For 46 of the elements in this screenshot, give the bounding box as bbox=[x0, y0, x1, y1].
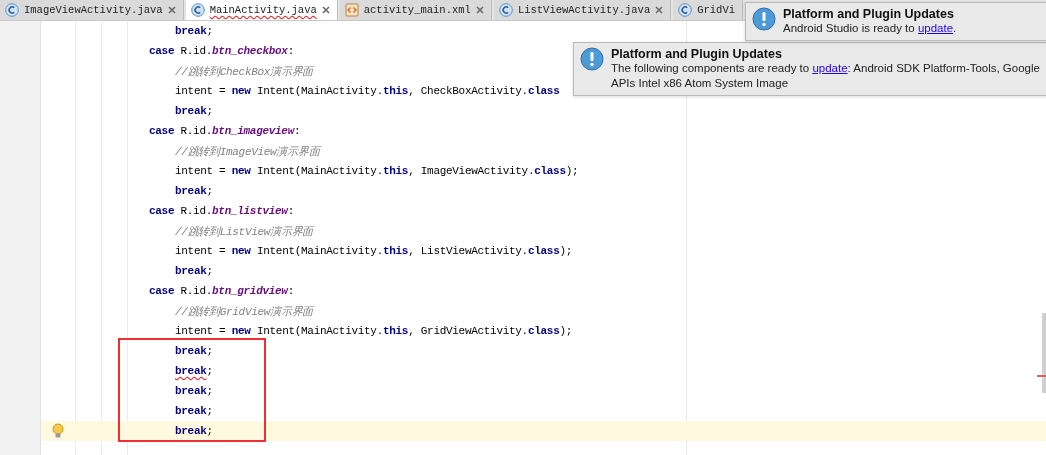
code-line: break; bbox=[174, 425, 213, 437]
editor-tab[interactable]: ImageViewActivity.java bbox=[0, 0, 184, 20]
class-icon bbox=[678, 3, 693, 17]
code-line: //跳转到ListView演示界面 bbox=[174, 224, 313, 239]
code-line: break; bbox=[174, 385, 213, 397]
code-line: intent = new Intent(MainActivity.this, CheckBoxActivity.class bbox=[174, 85, 560, 97]
error-marker[interactable] bbox=[1037, 375, 1046, 377]
notification-title: Platform and Plugin Updates bbox=[783, 7, 955, 21]
code-line: intent = new Intent(MainActivity.this, ListViewActivity.class); bbox=[174, 245, 573, 257]
code-line: case R.id.btn_imageview: bbox=[148, 125, 301, 137]
notification-title: Platform and Plugin Updates bbox=[611, 47, 783, 61]
code-line: break; bbox=[174, 185, 213, 197]
code-line: break; bbox=[174, 365, 213, 377]
code-line: break; bbox=[174, 405, 213, 417]
code-line: break; bbox=[174, 25, 213, 37]
editor-tab[interactable]: ListViewActivity.java bbox=[493, 0, 672, 20]
update-link[interactable]: update bbox=[812, 62, 848, 74]
class-icon bbox=[190, 3, 205, 17]
xml-file-icon bbox=[344, 3, 359, 17]
editor-tab[interactable]: GridVi bbox=[673, 0, 743, 20]
notification-message: Android Studio is ready to update. bbox=[783, 21, 957, 36]
code-line: intent = new Intent(MainActivity.this, ImageViewActivity.class); bbox=[174, 165, 579, 177]
lightbulb-icon[interactable] bbox=[52, 423, 64, 439]
editor-tab[interactable]: MainActivity.java bbox=[185, 0, 338, 20]
code-line: break; bbox=[174, 265, 213, 277]
close-icon[interactable] bbox=[475, 6, 484, 14]
close-icon[interactable] bbox=[167, 6, 176, 14]
info-icon bbox=[580, 47, 604, 71]
scrollbar-thumb[interactable] bbox=[1042, 313, 1046, 393]
close-icon[interactable] bbox=[655, 6, 664, 14]
code-line: break; bbox=[174, 345, 213, 357]
class-icon bbox=[498, 3, 513, 17]
close-icon[interactable] bbox=[321, 6, 330, 14]
notification-message: The following components are ready to update: Android SDK Platform-Tools, Google APIs Intel x86 Atom System Image bbox=[611, 61, 1041, 91]
code-line: //跳转到ImageView演示界面 bbox=[174, 144, 320, 159]
info-icon bbox=[752, 7, 776, 31]
editor-tab[interactable]: activity_main.xml bbox=[339, 0, 492, 20]
code-line: case R.id.btn_gridview: bbox=[148, 285, 294, 297]
class-icon bbox=[5, 3, 19, 17]
update-link[interactable]: update bbox=[917, 22, 954, 34]
code-line: break; bbox=[174, 105, 213, 117]
code-line: case R.id.btn_checkbox: bbox=[148, 45, 294, 57]
code-line: intent = new Intent(MainActivity.this, GridViewActivity.class); bbox=[174, 325, 573, 337]
code-line: //跳转到GridView演示界面 bbox=[174, 304, 313, 319]
code-line: //跳转到CheckBox演示界面 bbox=[174, 64, 313, 79]
code-line: case R.id.btn_listview: bbox=[148, 205, 294, 217]
